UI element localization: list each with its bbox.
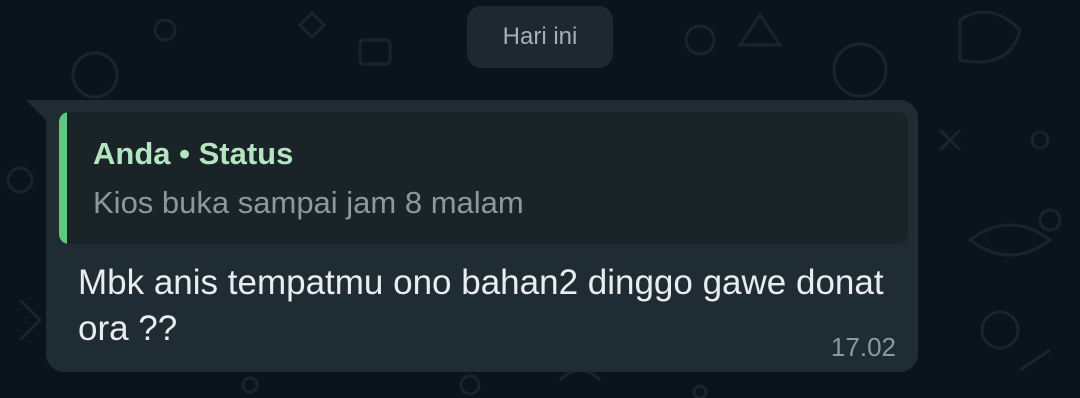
- quoted-author: Anda • Status: [93, 136, 293, 172]
- message-text: Mbk anis tempatmu ono bahan2 dinggo gawe…: [78, 263, 884, 348]
- incoming-message-bubble[interactable]: Anda • Status Kios buka sampai jam 8 mal…: [46, 100, 918, 372]
- quoted-source: Status: [198, 136, 294, 171]
- date-separator-label: Hari ini: [502, 23, 578, 50]
- quote-accent-bar: [59, 112, 67, 244]
- quoted-text: Kios buka sampai jam 8 malam: [93, 185, 524, 220]
- message-bubble-tail: [26, 100, 48, 122]
- date-separator-chip: Hari ini: [467, 6, 613, 68]
- quoted-separator: •: [179, 136, 190, 171]
- quoted-author-name: Anda: [93, 136, 171, 171]
- message-timestamp: 17.02: [830, 332, 896, 362]
- quoted-status-reply[interactable]: Anda • Status Kios buka sampai jam 8 mal…: [59, 112, 908, 244]
